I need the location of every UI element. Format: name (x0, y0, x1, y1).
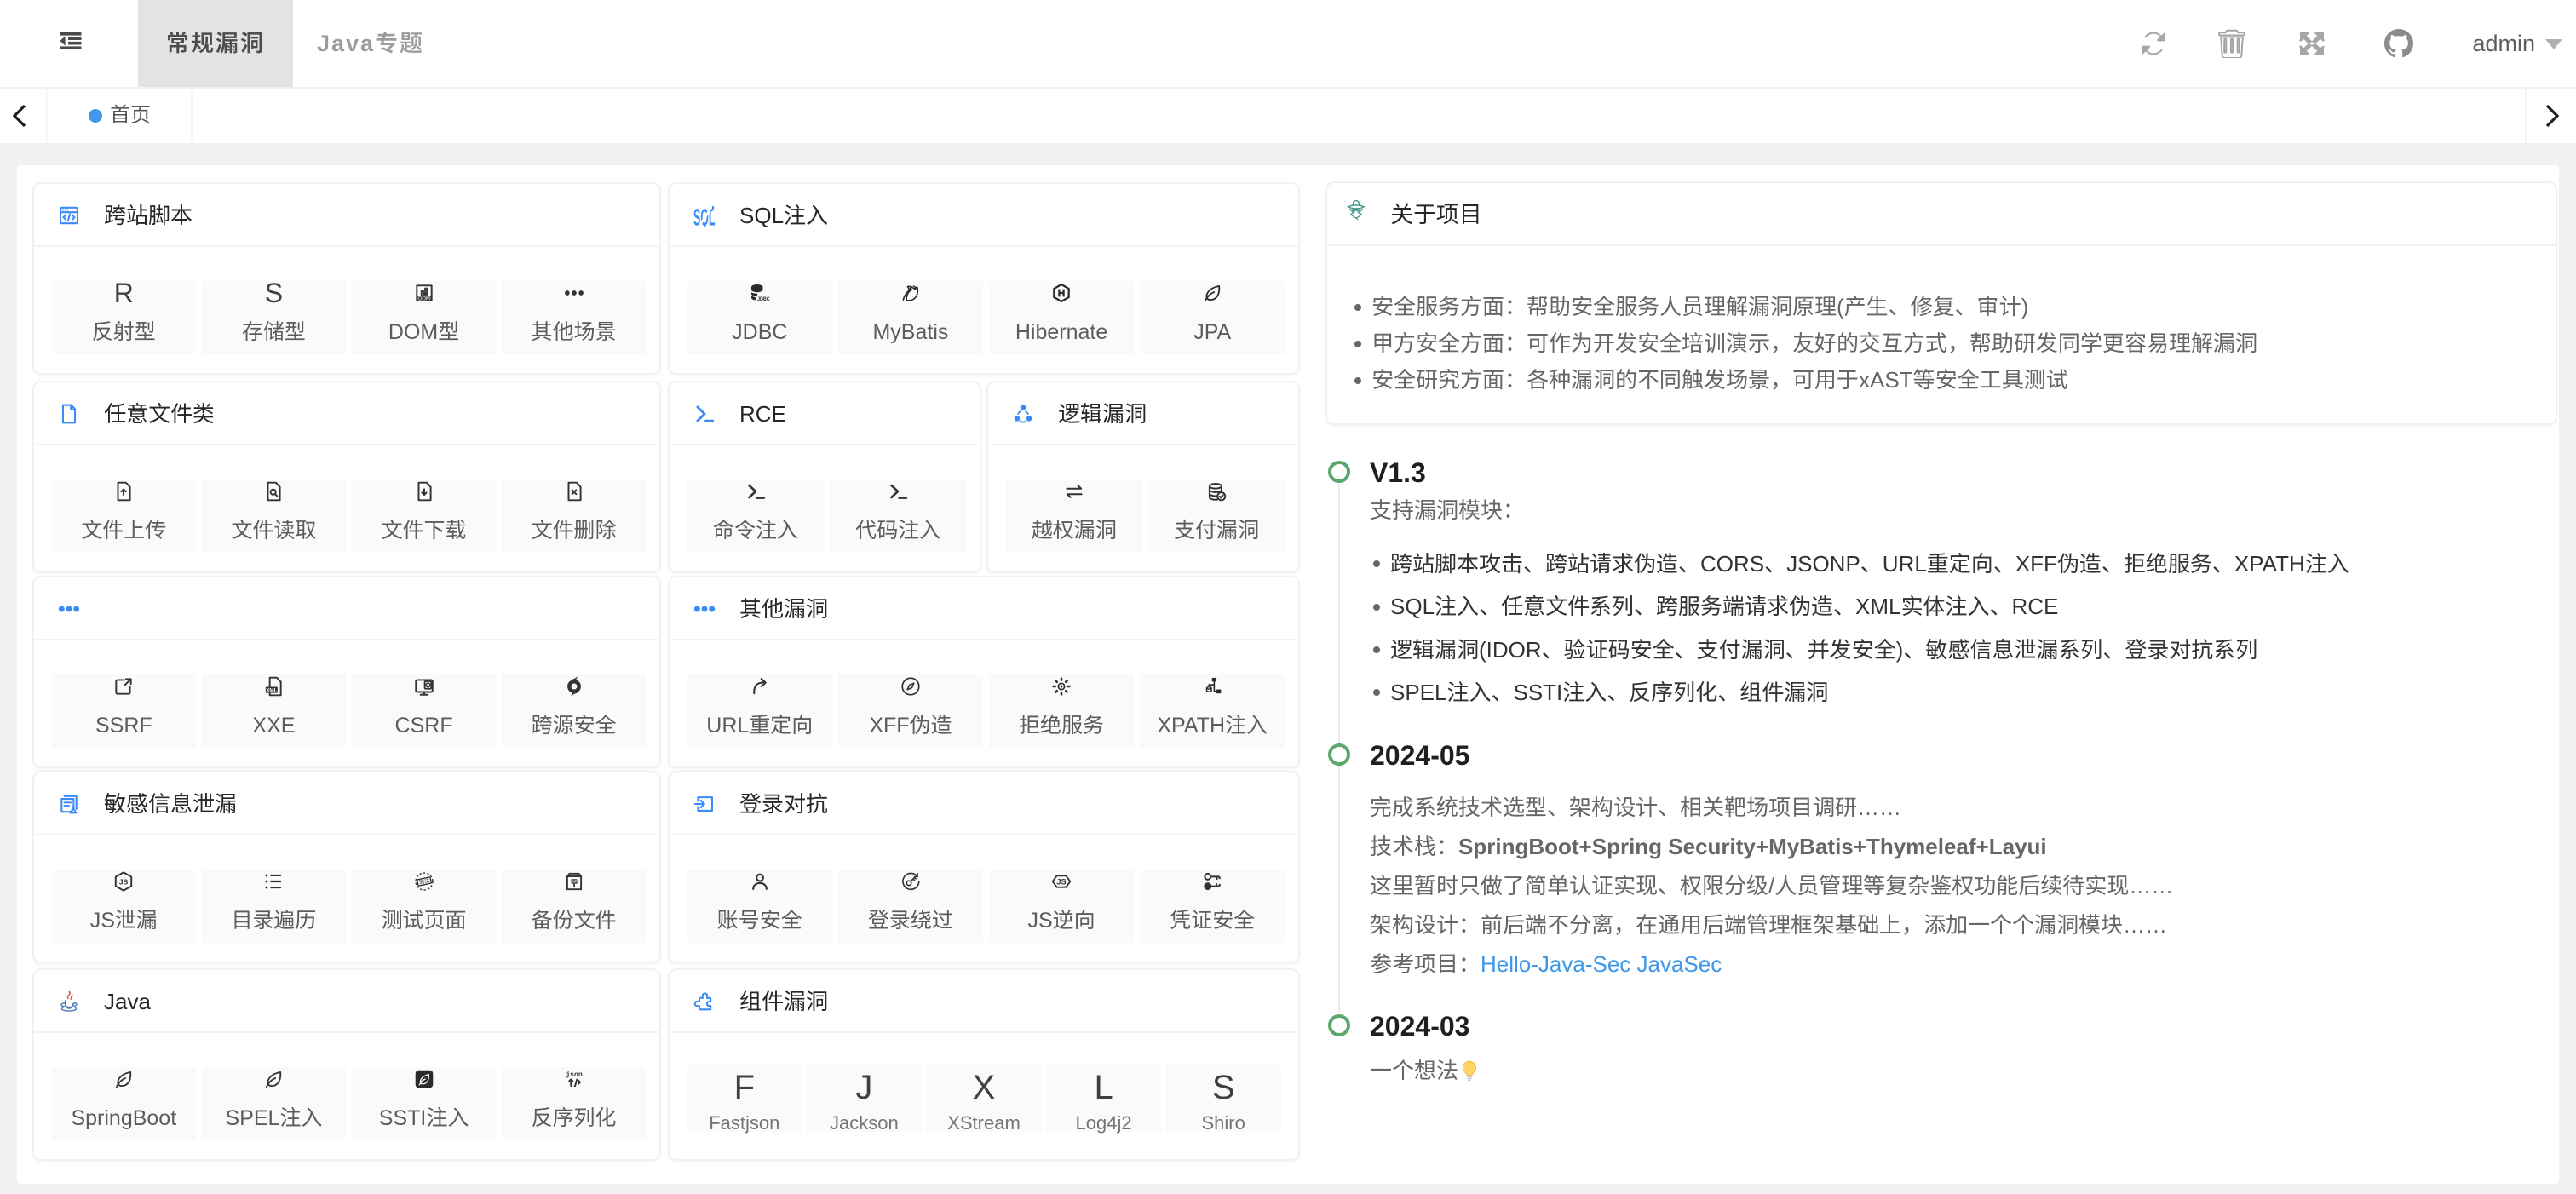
svg-text:JS: JS (119, 877, 129, 886)
svg-text:ZIP: ZIP (571, 880, 577, 884)
svg-text:SQL: SQL (693, 204, 715, 227)
svg-text:JDBC: JDBC (757, 296, 770, 302)
svg-text:JS: JS (1056, 877, 1066, 886)
svg-text:XML: XML (267, 687, 278, 693)
svg-text:DOM: DOM (418, 297, 430, 302)
svg-text:json: json (566, 1071, 583, 1079)
